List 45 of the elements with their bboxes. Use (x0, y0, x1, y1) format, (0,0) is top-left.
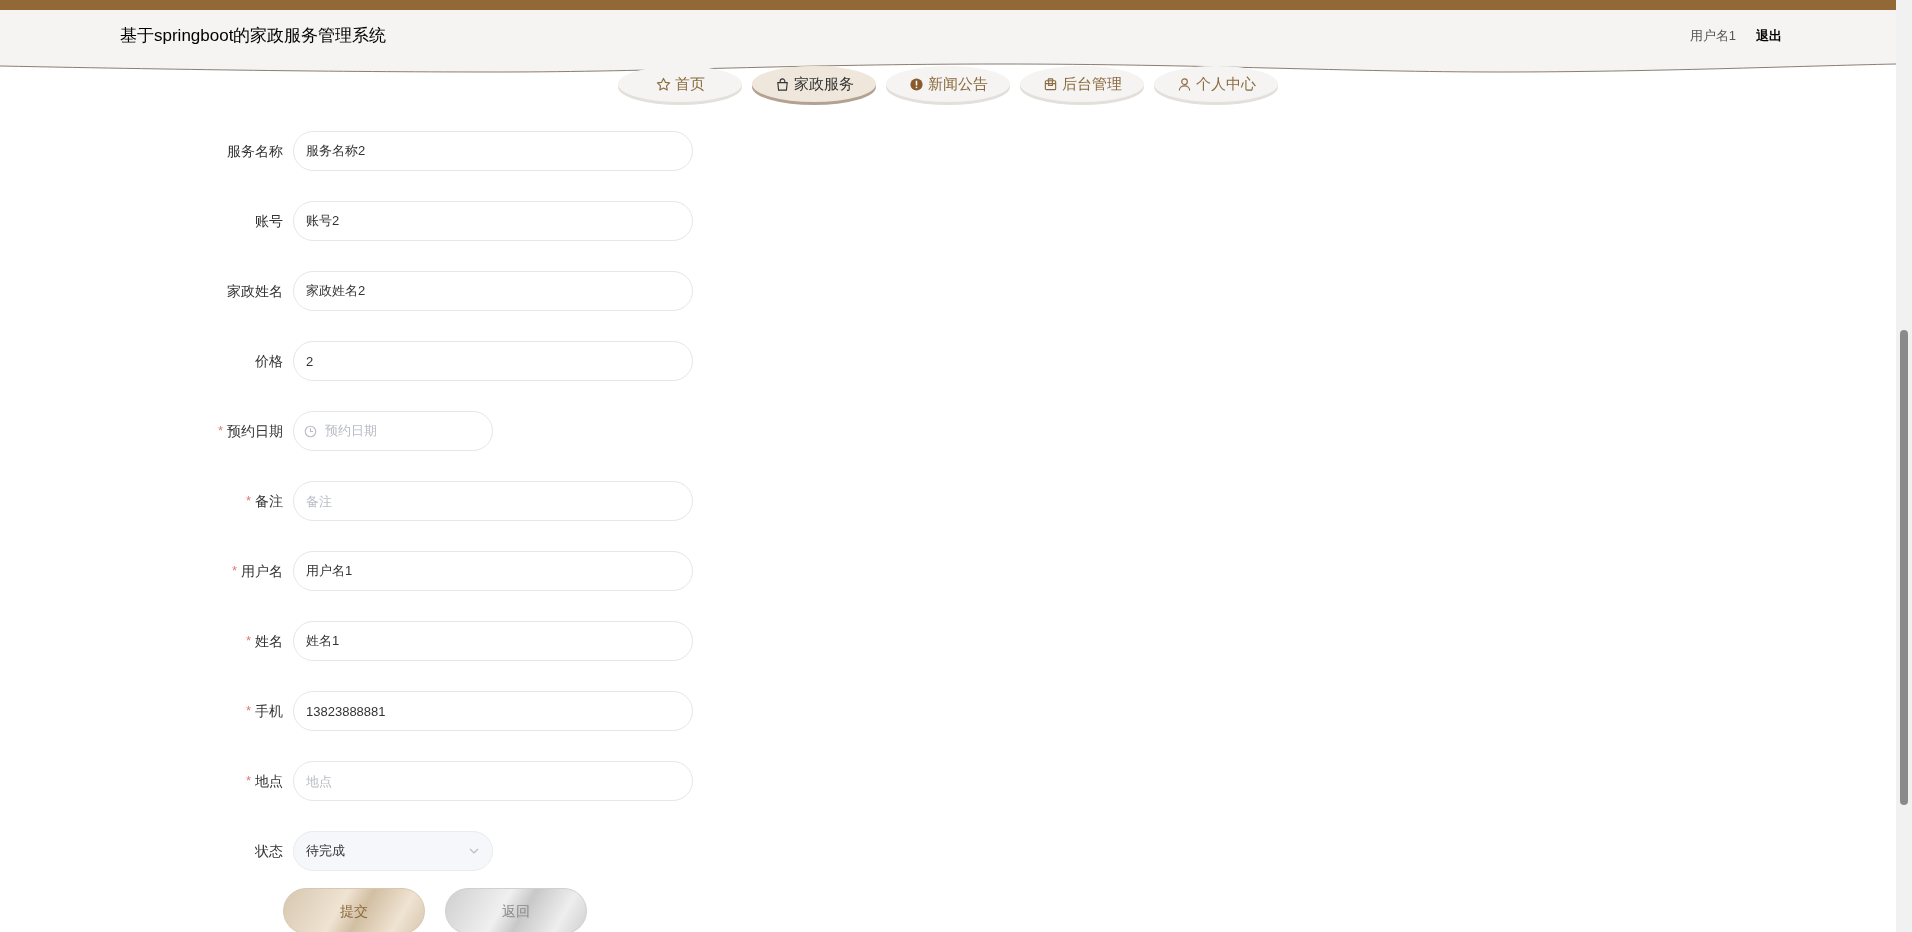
user-icon (1176, 76, 1192, 92)
field-label: 手机 (255, 701, 283, 721)
required-mark: * (245, 632, 251, 651)
text-field[interactable]: 服务名称2 (293, 131, 693, 171)
field-label: 预约日期 (227, 421, 283, 441)
text-field[interactable]: 备注 (293, 481, 693, 521)
field-label: 地点 (255, 771, 283, 791)
text-field[interactable]: 姓名1 (293, 621, 693, 661)
bag-icon (774, 76, 790, 92)
field-label: 备注 (255, 491, 283, 511)
text-field[interactable]: 2 (293, 341, 693, 381)
text-field[interactable]: 账号2 (293, 201, 693, 241)
nav-tab[interactable]: 新闻公告 (886, 66, 1010, 102)
warning-icon (908, 76, 924, 92)
field-label: 服务名称 (227, 141, 283, 161)
submit-button[interactable]: 提交 (283, 888, 425, 932)
field-label: 状态 (255, 841, 283, 861)
required-mark: * (245, 702, 251, 721)
nav-tab[interactable]: 首页 (618, 66, 742, 102)
required-mark: * (231, 562, 237, 581)
field-label: 家政姓名 (227, 281, 283, 301)
date-input[interactable]: 预约日期 (325, 421, 482, 441)
nav-tab[interactable]: 个人中心 (1154, 66, 1278, 102)
field-label: 账号 (255, 211, 283, 231)
star-icon (655, 76, 671, 92)
logout-link[interactable]: 退出 (1756, 26, 1782, 46)
scrollbar-thumb[interactable] (1900, 330, 1908, 805)
field-label: 价格 (255, 351, 283, 371)
required-mark: * (217, 422, 223, 441)
field-label: 用户名 (241, 561, 283, 581)
nav-tab[interactable]: 家政服务 (752, 66, 876, 102)
text-field[interactable]: 地点 (293, 761, 693, 801)
box-icon (1042, 76, 1058, 92)
field-label: 姓名 (255, 631, 283, 651)
text-field[interactable]: 13823888881 (293, 691, 693, 731)
required-mark: * (245, 492, 251, 511)
site-title: 基于springboot的家政服务管理系统 (120, 25, 387, 48)
clock-icon (304, 424, 317, 438)
scrollbar-track[interactable] (1896, 0, 1912, 932)
text-field[interactable]: 用户名1 (293, 551, 693, 591)
status-select[interactable]: 待完成 (293, 831, 493, 871)
required-mark: * (245, 772, 251, 791)
username: 用户名1 (1689, 27, 1736, 46)
text-field[interactable]: 家政姓名2 (293, 271, 693, 311)
nav-tab[interactable]: 后台管理 (1020, 66, 1144, 102)
